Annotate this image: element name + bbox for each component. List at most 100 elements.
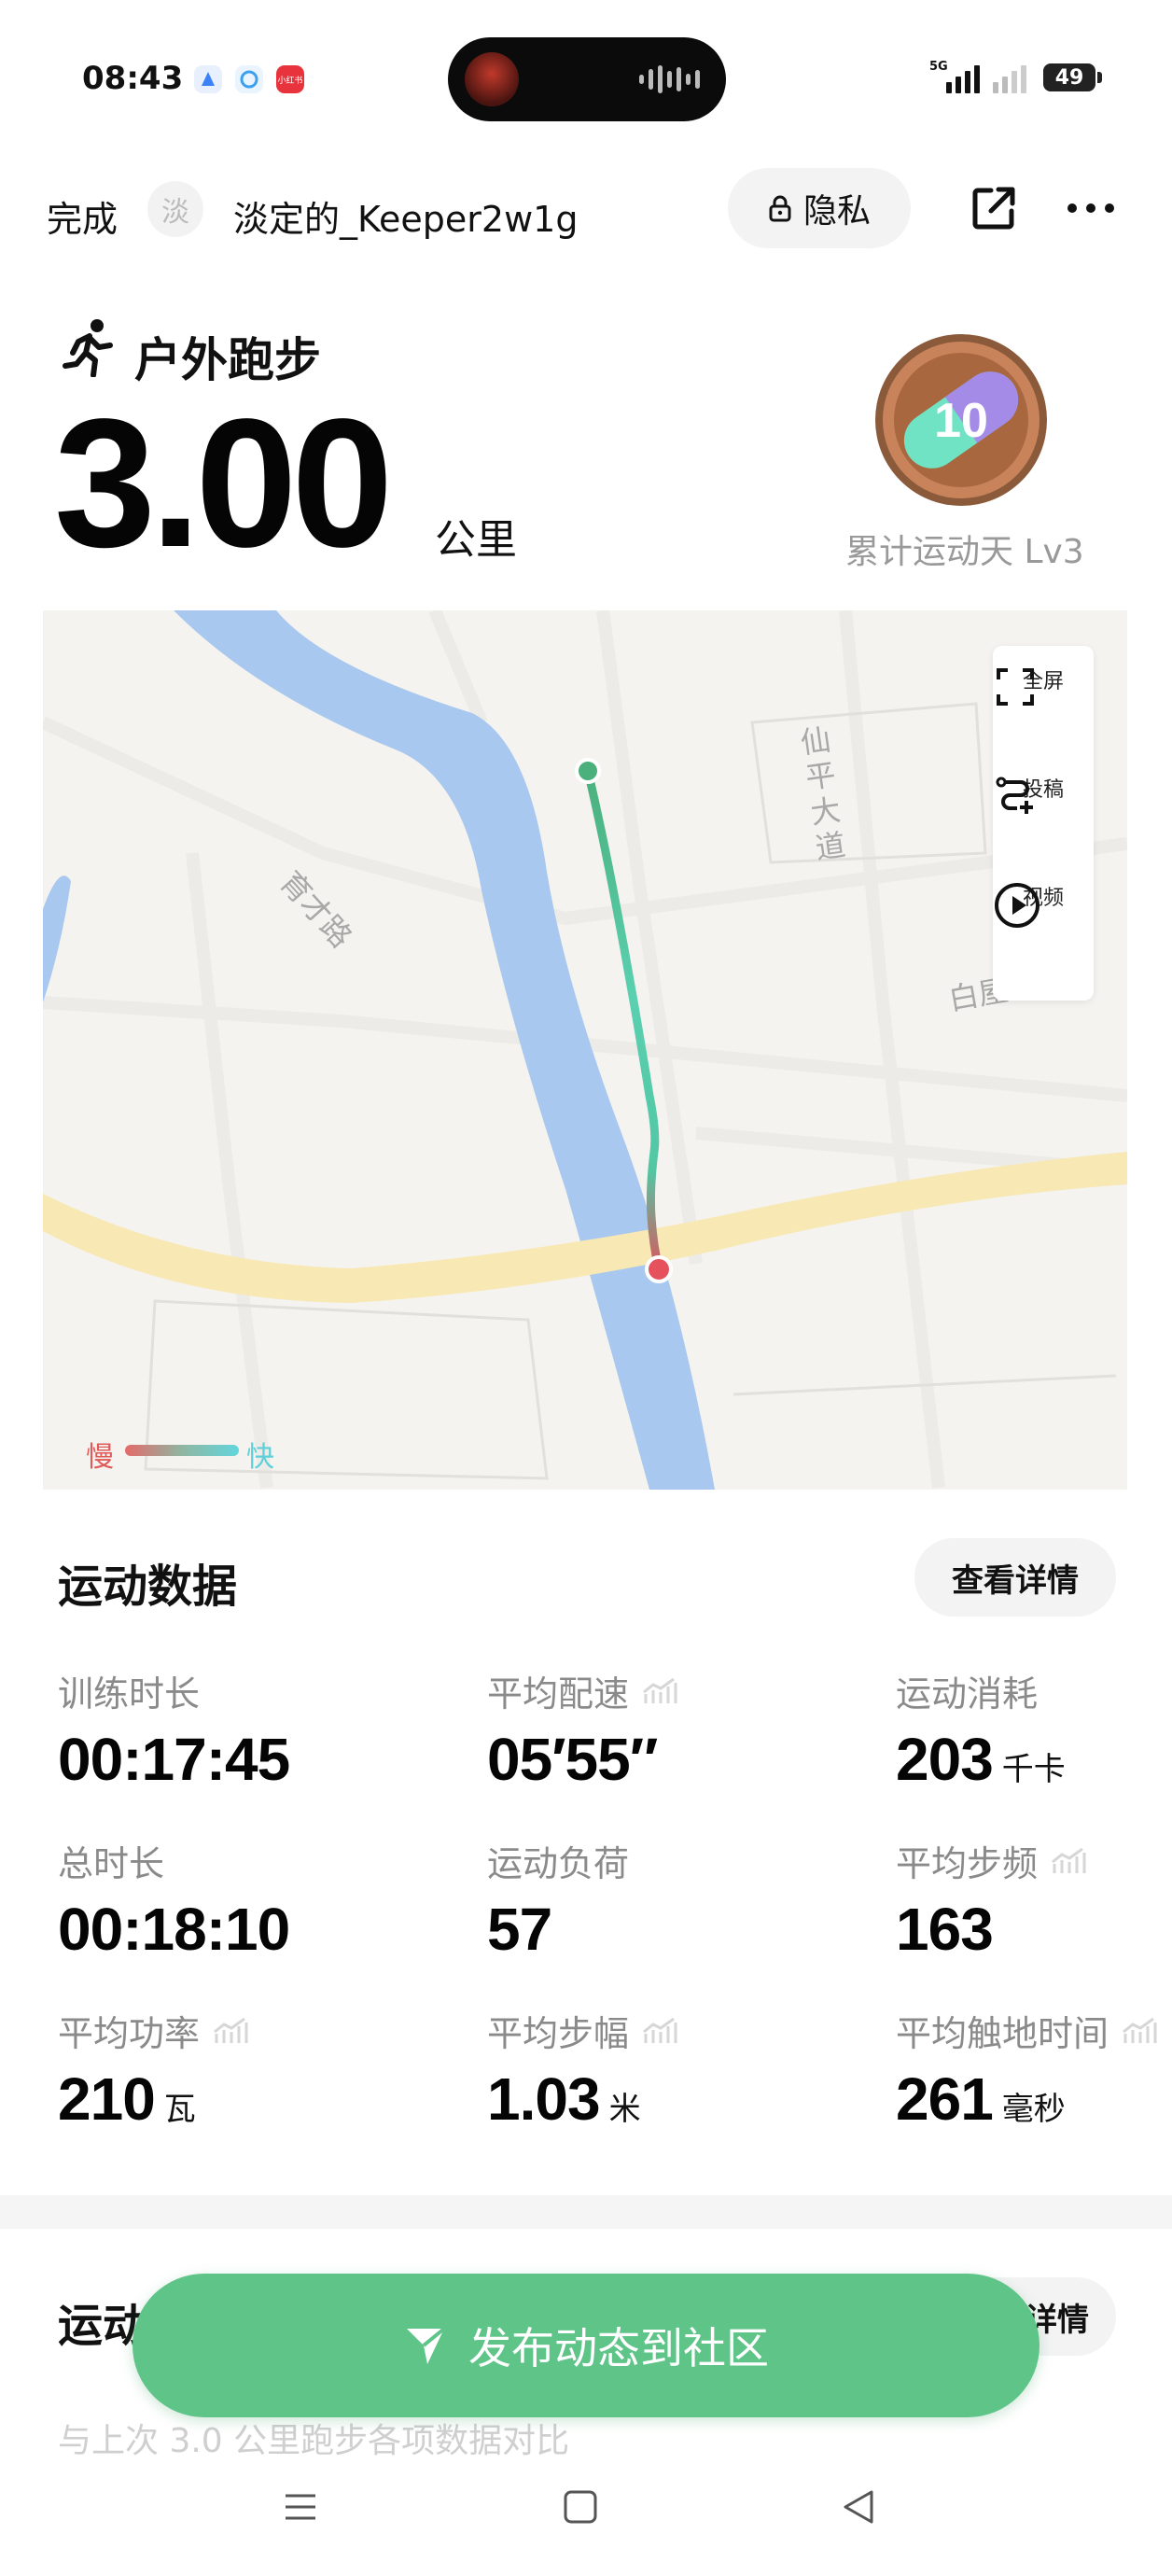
stat-label-text: 平均配速: [487, 1673, 630, 1715]
stat-label: 总时长: [58, 1835, 289, 1886]
signal-2-icon: [993, 62, 1026, 93]
stat-value: 163: [896, 1899, 1086, 1959]
stat-label: 平均功率: [58, 2005, 248, 2056]
signal-icon: [946, 62, 980, 93]
done-button[interactable]: 完成: [47, 190, 118, 242]
stats-detail-button[interactable]: 查看详情: [914, 1538, 1116, 1617]
stat-unit: 毫秒: [1001, 2091, 1066, 2128]
blue-app-icon: [194, 65, 222, 93]
video-button[interactable]: 视频: [993, 881, 1094, 928]
stat-value: 1.03 米: [487, 2069, 677, 2129]
stat-value-text: 210: [58, 2065, 156, 2133]
stat-label: 平均步幅: [487, 2005, 677, 2056]
medal-label: 累计运动天 Lv3: [845, 533, 1084, 571]
more-icon[interactable]: [1067, 203, 1114, 213]
stat-value-text: 163: [896, 1896, 994, 1963]
stat-item: 总时长 00:18:10: [58, 1835, 290, 1959]
trend-chart-icon[interactable]: [642, 1677, 677, 1705]
music-cover-icon: [465, 52, 519, 106]
trend-chart-icon[interactable]: [1122, 2017, 1157, 2045]
stat-value: 210 瓦: [58, 2069, 248, 2129]
route-start-marker: [575, 758, 601, 784]
send-icon: [407, 2327, 446, 2364]
stat-value: 261 毫秒: [896, 2069, 1157, 2129]
privacy-button[interactable]: 隐私: [728, 168, 911, 248]
stat-value-text: 00:17:45: [58, 1726, 290, 1793]
stat-label: 平均触地时间: [896, 2005, 1157, 2056]
stat-label: 运动消耗: [896, 1665, 1066, 1716]
stat-value: 05′55″: [487, 1729, 677, 1789]
status-time: 08:43: [82, 60, 184, 97]
stat-label: 运动负荷: [487, 1835, 629, 1886]
map-controls: 全屏 投稿 视频: [993, 646, 1094, 1001]
stat-label-text: 运动负荷: [487, 1843, 630, 1884]
running-icon: [63, 319, 113, 377]
network-label: 5G: [929, 60, 948, 74]
play-icon: [995, 883, 1039, 928]
stat-item: 平均步频 163: [896, 1835, 1086, 1959]
menu-nav-icon[interactable]: [280, 2486, 321, 2527]
trend-chart-icon[interactable]: [213, 2017, 248, 2045]
stat-value: 00:17:45: [58, 1729, 290, 1789]
publish-label: 发布动态到社区: [468, 2323, 769, 2373]
home-nav-icon[interactable]: [562, 2486, 599, 2527]
stat-value: 57: [487, 1899, 629, 1959]
river-branch: [43, 875, 71, 1002]
route-end-marker: [645, 1255, 673, 1283]
avatar[interactable]: 淡: [147, 181, 203, 237]
battery-icon: 49: [1043, 63, 1095, 91]
stats-title: 运动数据: [58, 1561, 238, 1613]
stat-label-text: 训练时长: [58, 1673, 201, 1715]
distance-unit: 公里: [435, 516, 517, 564]
battery-cap: [1097, 72, 1102, 83]
publish-button[interactable]: 发布动态到社区: [133, 2274, 1039, 2417]
stat-item: 训练时长 00:17:45: [58, 1665, 290, 1789]
fullscreen-icon: [997, 668, 1034, 706]
medal-icon[interactable]: 10: [873, 332, 1049, 508]
stat-value: 00:18:10: [58, 1899, 290, 1959]
fullscreen-button[interactable]: 全屏: [993, 665, 1094, 706]
share-icon[interactable]: [970, 185, 1017, 231]
stat-value-text: 00:18:10: [58, 1896, 290, 1963]
dynamic-island[interactable]: [448, 37, 726, 121]
stat-value: 203 千卡: [896, 1729, 1066, 1789]
xiaohongshu-icon: 小红书: [276, 65, 304, 93]
compare-subtitle: 与上次 3.0 公里跑步各项数据对比: [58, 2422, 570, 2460]
stat-unit: 瓦: [163, 2091, 196, 2128]
circle-app-icon: [235, 65, 263, 93]
stat-item: 运动消耗 203 千卡: [896, 1665, 1066, 1789]
pace-legend-bar: [125, 1445, 239, 1456]
stat-label-text: 平均步频: [896, 1843, 1039, 1884]
username[interactable]: 淡定的_Keeper2w1g: [233, 190, 578, 242]
stat-item: 平均步幅 1.03 米: [487, 2005, 677, 2129]
stat-item: 平均功率 210 瓦: [58, 2005, 248, 2129]
trend-chart-icon[interactable]: [1051, 1847, 1086, 1875]
stat-value-text: 203: [896, 1726, 994, 1793]
stat-item: 平均配速 05′55″: [487, 1665, 677, 1789]
audio-wave-icon: [639, 65, 700, 93]
stat-item: 运动负荷 57: [487, 1835, 629, 1959]
back-nav-icon[interactable]: [838, 2486, 879, 2527]
lock-icon: [769, 195, 791, 222]
stat-label-text: 平均功率: [58, 2013, 201, 2054]
stat-label: 平均配速: [487, 1665, 677, 1716]
legend-slow: 慢: [86, 1441, 114, 1474]
route-map[interactable]: 仙平大道 育才路 白屋路 全屏 投稿 视频 慢 快: [43, 610, 1127, 1490]
section-divider: [0, 2195, 1172, 2229]
legend-fast: 快: [246, 1441, 274, 1474]
submit-button[interactable]: 投稿: [993, 773, 1094, 814]
stat-label-text: 平均步幅: [487, 2013, 630, 2054]
stat-unit: 米: [608, 2091, 641, 2128]
medal-number: 10: [934, 394, 988, 448]
stat-label: 平均步频: [896, 1835, 1086, 1886]
stat-value-text: 261: [896, 2065, 994, 2133]
stat-unit: 千卡: [1001, 1751, 1066, 1788]
privacy-label: 隐私: [802, 192, 871, 231]
stat-value-text: 57: [487, 1896, 552, 1963]
trend-chart-icon[interactable]: [642, 2017, 677, 2045]
stat-label-text: 运动消耗: [896, 1673, 1039, 1715]
distance-value: 3.00: [54, 381, 393, 585]
stat-item: 平均触地时间 261 毫秒: [896, 2005, 1157, 2129]
stat-value-text: 1.03: [487, 2065, 601, 2133]
stat-label-text: 平均触地时间: [896, 2013, 1109, 2054]
